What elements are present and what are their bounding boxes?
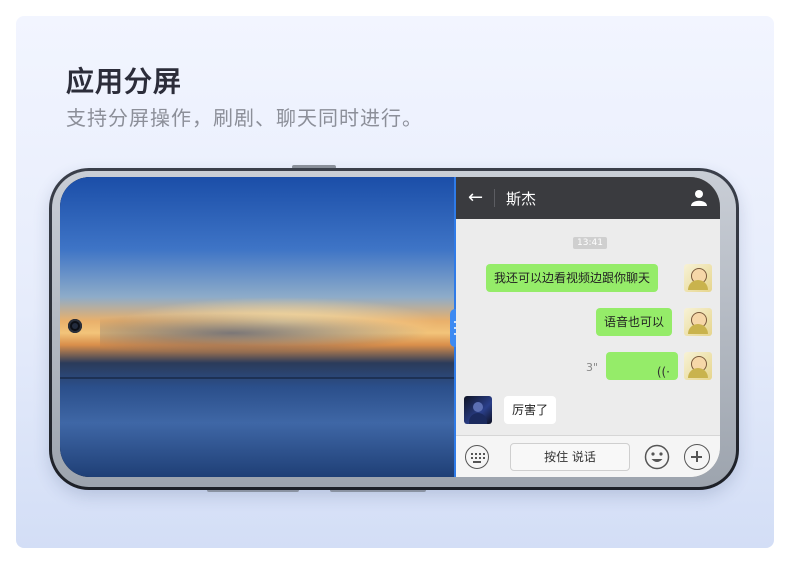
phone-screen: ← 斯杰 13:41 我还可以边看视频边跟你聊天 语音也可以 3" ((· 厉害… (60, 177, 720, 477)
phone-device: ← 斯杰 13:41 我还可以边看视频边跟你聊天 语音也可以 3" ((· 厉害… (49, 168, 739, 490)
contact-name: 斯杰 (506, 190, 537, 208)
plus-icon[interactable] (684, 444, 710, 470)
message-timestamp: 13:41 (573, 237, 607, 249)
video-app-pane[interactable] (60, 177, 454, 477)
smiley-icon[interactable] (644, 444, 670, 470)
voice-duration: 3" (586, 361, 599, 374)
arrow-left-icon[interactable]: ← (468, 187, 483, 208)
avatar[interactable] (684, 308, 712, 336)
sea-horizon (60, 377, 454, 379)
chat-topbar: ← 斯杰 (456, 177, 720, 219)
message-bubble[interactable]: 厉害了 (504, 396, 557, 424)
topbar-separator (494, 189, 495, 207)
avatar[interactable] (464, 396, 492, 424)
voice-message-bubble[interactable]: ((· (606, 352, 678, 380)
page-title: 应用分屏 (66, 65, 183, 98)
keyboard-icon[interactable] (465, 445, 489, 469)
avatar[interactable] (684, 352, 712, 380)
hold-to-talk-button[interactable]: 按住 说话 (510, 443, 630, 471)
page-subtitle: 支持分屏操作，刷剧、聊天同时进行。 (66, 106, 423, 130)
message-bubble[interactable]: 语音也可以 (596, 308, 673, 336)
avatar[interactable] (684, 264, 712, 292)
person-icon[interactable] (690, 188, 708, 206)
voice-wave-icon: ((· (656, 365, 670, 379)
front-camera-icon (68, 319, 82, 333)
chat-input-bar: 按住 说话 (456, 435, 720, 477)
cloud-band (100, 313, 430, 353)
chat-app-pane: ← 斯杰 13:41 我还可以边看视频边跟你聊天 语音也可以 3" ((· 厉害… (456, 177, 720, 477)
message-bubble[interactable]: 我还可以边看视频边跟你聊天 (486, 264, 659, 292)
